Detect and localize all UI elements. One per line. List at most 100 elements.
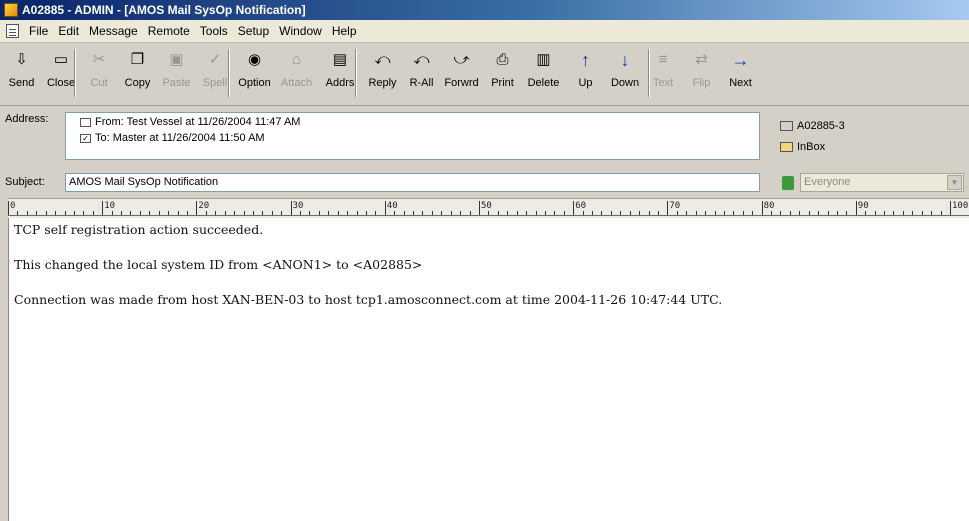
- ruler-tick: [657, 211, 659, 215]
- ruler-tick: [139, 211, 141, 215]
- ruler-tick: [535, 211, 537, 215]
- menu-message[interactable]: Message: [84, 20, 143, 42]
- ruler-tick: [629, 211, 631, 215]
- menu-setup[interactable]: Setup: [233, 20, 274, 42]
- ruler-tick: [36, 211, 38, 215]
- folder-text: InBox: [797, 141, 826, 153]
- folder-icon: [780, 142, 793, 152]
- ruler-tick: [648, 211, 650, 215]
- ruler-tick: [582, 211, 584, 215]
- flip-button[interactable]: ⇄ Flip: [682, 49, 721, 101]
- forwrd-button[interactable]: ⤻ Forwrd: [440, 49, 483, 101]
- cut-button[interactable]: ✂ Cut: [80, 49, 118, 101]
- ruler-tick: [243, 211, 245, 215]
- ruler-tick: [205, 211, 207, 215]
- down-button[interactable]: ↓ Down: [606, 49, 644, 101]
- print-button[interactable]: ⎙ Print: [483, 49, 522, 101]
- toolbar-button-label: Delete: [527, 77, 560, 89]
- ruler-tick: [846, 211, 848, 215]
- ruler-tick: [8, 201, 9, 215]
- ruler-tick: [554, 211, 556, 215]
- address-box[interactable]: From: Test Vessel at 11/26/2004 11:47 AM…: [65, 112, 760, 160]
- ruler-tick: [26, 211, 28, 215]
- ruler-mark: 50: [481, 201, 492, 211]
- ruler-tick: [695, 211, 697, 215]
- menu-window[interactable]: Window: [274, 20, 327, 42]
- ruler-mark: 10: [104, 201, 116, 211]
- ruler-tick: [902, 211, 904, 215]
- ruler-tick: [639, 211, 641, 215]
- ruler-tick: [874, 211, 876, 215]
- toolbar-button-label: Paste: [162, 77, 191, 89]
- ruler-mark: 100: [952, 201, 969, 211]
- message-body[interactable]: TCP self registration action succeeded. T…: [8, 218, 969, 521]
- message-line: This changed the local system ID from <A…: [14, 257, 423, 272]
- message-id: A02885-3: [780, 120, 845, 132]
- ruler-tick: [356, 211, 358, 215]
- ruler-tick: [262, 211, 264, 215]
- toolbar-button-label: Cut: [90, 77, 108, 89]
- menu-help[interactable]: Help: [327, 20, 362, 42]
- ruler-tick: [601, 211, 603, 215]
- document-icon[interactable]: [6, 24, 19, 38]
- paste-button[interactable]: ▣ Paste: [157, 49, 196, 101]
- ruler-tick: [912, 211, 914, 215]
- ruler-tick: [271, 211, 273, 215]
- ruler-tick: [413, 211, 415, 215]
- subject-field[interactable]: AMOS Mail SysOp Notification: [65, 173, 760, 192]
- menu-tools[interactable]: Tools: [195, 20, 233, 42]
- copy-button[interactable]: ❐ Copy: [118, 49, 157, 101]
- ruler-tick: [667, 201, 669, 215]
- visibility-select[interactable]: Everyone ▼: [800, 173, 964, 192]
- menu-bar: File Edit Message Remote Tools Setup Window Hel…: [0, 20, 969, 43]
- ruler-tick: [573, 201, 575, 215]
- chevron-down-icon[interactable]: ▼: [947, 175, 962, 190]
- toolbar-separator: [648, 49, 650, 97]
- ruler-tick: [55, 211, 57, 215]
- ruler-tick: [365, 211, 367, 215]
- toolbar-button-label: Down: [610, 77, 640, 89]
- ruler-tick: [83, 211, 85, 215]
- copy-icon: ❐: [130, 51, 145, 68]
- subject-label: Subject:: [5, 176, 45, 188]
- toolbar: ⇩ Send ▭ Close ✂ Cut ❐ Copy ▣ Paste ✓ Spell ◉ Option ⌂…: [0, 43, 969, 106]
- folder-info: InBox: [780, 141, 825, 153]
- next-button[interactable]: → Next: [721, 49, 760, 101]
- arrow-down-icon: ↓: [620, 50, 630, 70]
- menu-file[interactable]: File: [24, 20, 53, 42]
- ruler-tick: [177, 211, 179, 215]
- ruler-tick: [761, 201, 763, 215]
- ruler-tick: [799, 211, 801, 215]
- up-button[interactable]: ↑ Up: [565, 49, 606, 101]
- from-line[interactable]: From: Test Vessel at 11/26/2004 11:47 AM: [80, 116, 300, 128]
- ruler-mark: 30: [292, 201, 304, 211]
- ruler-tick: [950, 201, 951, 215]
- delete-button[interactable]: ▥ Delete: [522, 49, 565, 101]
- ruler-tick: [441, 211, 443, 215]
- printer-icon: ⎙: [496, 51, 509, 68]
- arrow-up-icon: ↑: [581, 50, 590, 70]
- ruler-tick: [102, 201, 104, 215]
- menu-edit[interactable]: Edit: [53, 20, 84, 42]
- send-button[interactable]: ⇩ Send: [1, 49, 42, 101]
- ruler-tick: [337, 211, 339, 215]
- ruler-tick: [73, 211, 75, 215]
- reply-button[interactable]: ⤺ Reply: [362, 49, 403, 101]
- toolbar-button-label: Forwrd: [444, 77, 479, 89]
- ruler-tick: [281, 211, 283, 215]
- attach-button[interactable]: ⌂ Attach: [275, 49, 318, 101]
- toolbar-button-label: Option: [238, 77, 271, 89]
- to-line[interactable]: ✓ To: Master at 11/26/2004 11:50 AM: [80, 132, 265, 144]
- ruler-tick: [676, 211, 678, 215]
- r-all-button[interactable]: ⤺ R-All: [403, 49, 440, 101]
- option-button[interactable]: ◉ Option: [234, 49, 275, 101]
- ruler-tick: [497, 211, 499, 215]
- ruler-tick: [121, 211, 123, 215]
- toolbar-button-label: Print: [491, 77, 514, 89]
- menu-remote[interactable]: Remote: [143, 20, 195, 42]
- ruler-tick: [940, 211, 942, 215]
- attach-icon: ⌂: [291, 51, 302, 68]
- ruler-tick: [818, 211, 820, 215]
- ruler-tick: [620, 211, 622, 215]
- ruler-tick: [723, 211, 725, 215]
